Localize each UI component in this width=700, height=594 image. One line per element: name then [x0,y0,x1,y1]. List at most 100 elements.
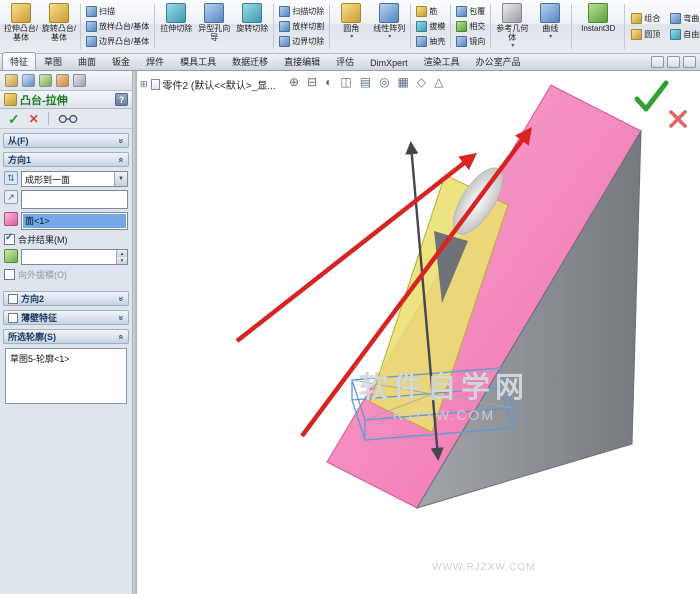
tab-direct-editing[interactable]: 直接编辑 [276,52,328,70]
tab-dimxpert[interactable]: DimXpert [362,55,416,70]
wrap-icon [456,6,468,17]
sweep-cut-button[interactable]: 扫描切除 [277,5,326,19]
button-label: 拔模 [429,22,446,31]
ribbon-separator [450,4,452,49]
tab-surfaces[interactable]: 曲面 [70,52,104,70]
outward-draft-checkbox[interactable] [4,269,15,280]
section-direction1[interactable]: 方向1 « [3,152,129,167]
graphics-viewport[interactable]: ⊞ 零件2 (默认<<默认>_显... ⊕ ⊟ ◐ ◫ ▤ ◎ ▦ ◇ △ 软件… [137,71,700,594]
propertymanager-tab-icon[interactable] [22,74,35,87]
cancel-x-icon[interactable] [669,110,687,128]
hide-show-items-icon[interactable]: ▦ [398,76,409,88]
shell-button[interactable]: 抽壳 [414,35,447,49]
contour-list-item[interactable]: 草图5-轮廓<1> [8,351,124,366]
zoom-fit-icon[interactable]: ⊕ [289,76,299,88]
dome-button[interactable]: 圆顶 [629,28,662,42]
flex-button[interactable]: 弯曲 [668,12,700,26]
direction-reference-input[interactable] [21,190,128,209]
zoom-area-icon[interactable]: ⊟ [307,76,317,88]
single-view-icon[interactable] [651,56,664,68]
loft-boss-button[interactable]: 放样凸台/基体 [84,20,151,34]
tab-data-migration[interactable]: 数据迁移 [224,52,276,70]
section-from[interactable]: 从(F) » [3,133,129,148]
instant3d-icon [588,3,609,23]
section-label: 从(F) [8,136,29,146]
section-direction2[interactable]: 方向2 » [3,291,129,306]
four-view-icon[interactable] [683,56,696,68]
instant3d-button[interactable]: Instant3D [574,1,622,52]
button-label: 圆顶 [644,30,661,39]
linear-pattern-button[interactable]: 线性阵列 ▾ [370,1,408,52]
property-manager-actions: ✓ ✕ [0,109,132,129]
mirror-button[interactable]: 镜向 [454,35,487,49]
extrude-boss-icon [11,3,31,23]
help-button[interactable]: ? [115,93,128,106]
curves-button[interactable]: 曲线 ▾ [531,1,569,52]
two-view-icon[interactable] [667,56,680,68]
spinner-arrows-icon[interactable]: ▲ ▼ [116,250,127,264]
section-thin-feature[interactable]: 薄壁特征 » [3,310,129,325]
section-view-icon[interactable]: ◫ [340,76,351,88]
ribbon: 拉伸凸台/基体 旋转凸台/基体 扫描 放样凸台/基体 边界凸台/基体 拉伸切除 … [0,0,700,54]
extrude-cut-button[interactable]: 拉伸切除 [157,1,195,52]
draft-icon[interactable] [4,249,18,263]
tab-render-tools[interactable]: 渲染工具 [416,52,468,70]
chevron-down-icon: ▼ [114,172,127,186]
dimxpert-tab-icon[interactable] [56,74,69,87]
displaymanager-tab-icon[interactable] [73,74,86,87]
chevron-down-icon: ▾ [511,43,515,50]
reference-geometry-button[interactable]: 参考几何体 ▾ [493,1,531,52]
draft-angle-input[interactable]: ▲ ▼ [21,249,128,265]
button-label: 弯曲 [683,14,700,23]
boundary-boss-button[interactable]: 边界凸台/基体 [84,35,151,49]
loft-cut-icon [279,21,291,32]
direction2-checkbox[interactable] [8,293,18,304]
confirm-check-icon[interactable] [634,80,669,112]
sweep-boss-button[interactable]: 扫描 [84,5,151,19]
flyout-tree-icon[interactable]: ⊞ [140,79,148,90]
tab-mold-tools[interactable]: 模具工具 [172,52,224,70]
wrap-button[interactable]: 包覆 [454,5,487,19]
intersect-button[interactable]: 相交 [454,20,487,34]
selected-face-item[interactable]: 面<1> [23,214,126,228]
tab-sheet-metal[interactable]: 钣金 [104,52,138,70]
extrude-boss-button[interactable]: 拉伸凸台/基体 [2,1,40,52]
detailed-preview-icon[interactable] [58,114,79,124]
combine-button[interactable]: 组合 [629,12,662,26]
section-selected-contours[interactable]: 所选轮廓(S) « [3,329,129,344]
edit-appearance-icon[interactable]: ◇ [417,76,426,88]
draft-button[interactable]: 拔模 [414,20,447,34]
tab-office-products[interactable]: 办公室产品 [468,52,529,70]
tab-features[interactable]: 特征 [2,52,37,70]
previous-view-icon[interactable]: ◐ [325,76,332,88]
extrude-cut-icon [166,3,187,23]
revolve-boss-button[interactable]: 旋转凸台/基体 [40,1,78,52]
apply-scene-icon[interactable]: △ [434,76,443,88]
freeform-button[interactable]: 自由形 [668,28,700,42]
configurations-tab-icon[interactable] [39,74,52,87]
view-orientation-icon[interactable]: ▤ [360,76,371,88]
loft-cut-button[interactable]: 放样切割 [277,20,326,34]
ok-button[interactable]: ✓ [8,112,20,126]
reverse-direction-icon[interactable]: ⇅ [4,171,18,185]
button-label: Instant3D [581,24,616,33]
tab-evaluate[interactable]: 评估 [328,52,362,70]
display-style-icon[interactable]: ◎ [379,76,389,88]
button-label: 线性阵列 [373,24,406,33]
rib-button[interactable]: 筋 [414,5,447,19]
tab-weldments[interactable]: 焊件 [138,52,172,70]
end-condition-select[interactable]: 成形到一面 ▼ [21,171,128,187]
boundary-cut-button[interactable]: 边界切除 [277,35,326,49]
cancel-button[interactable]: ✕ [29,113,39,125]
merge-result-checkbox[interactable]: ✓ [4,232,15,245]
revolve-cut-button[interactable]: 旋转切除 [233,1,271,52]
fillet-button[interactable]: 圆角 ▾ [332,1,370,52]
tab-sketch[interactable]: 草图 [36,52,70,70]
chevron-up-icon: « [116,156,127,163]
button-label: 包覆 [469,7,486,16]
hole-wizard-button[interactable]: 异型孔向导 [195,1,233,52]
selected-contours-box[interactable]: 草图5-轮廓<1> [5,348,127,404]
face-selection-box[interactable]: 面<1> [21,212,128,230]
thin-feature-checkbox[interactable] [8,312,18,323]
featuremanager-tab-icon[interactable] [5,74,18,87]
